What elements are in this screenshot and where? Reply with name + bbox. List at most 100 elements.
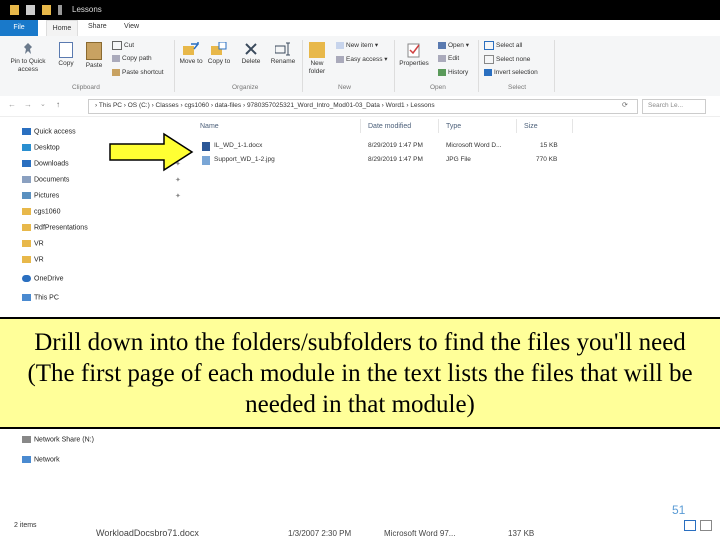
copy-path-icon	[112, 55, 120, 62]
nav-this-pc[interactable]: This PC	[22, 294, 59, 301]
nav-cgs1060[interactable]: cgs1060	[22, 208, 60, 215]
cloud-icon	[22, 275, 31, 282]
refresh-icon[interactable]: ⟳	[622, 101, 628, 109]
file-size: 15 KB	[540, 142, 558, 149]
nav-network-share[interactable]: Network Share (N:)	[22, 436, 94, 443]
tab-view[interactable]: View	[124, 23, 139, 30]
properties-check-icon	[407, 42, 421, 58]
breadcrumb[interactable]: › This PC › OS (C:) › Classes › cgs1060 …	[88, 99, 638, 114]
file-type: JPG File	[446, 156, 471, 163]
pin-icon[interactable]: ✦	[175, 192, 181, 200]
nav-onedrive[interactable]: OneDrive	[22, 275, 64, 282]
background-file-size: 137 KB	[508, 529, 535, 538]
file-row[interactable]: Support_WD_1-2.jpg 8/29/2019 1:47 PM JPG…	[192, 155, 592, 167]
file-size: 770 KB	[536, 156, 558, 163]
forward-arrow-icon[interactable]: →	[24, 100, 32, 109]
paste-shortcut-button[interactable]: Paste shortcut	[112, 69, 164, 76]
file-date: 8/29/2019 1:47 PM	[368, 142, 423, 149]
tab-home[interactable]: Home	[46, 20, 78, 37]
paste-shortcut-icon	[112, 69, 120, 76]
nav-rdf-presentations[interactable]: RdfPresentations	[22, 224, 88, 231]
ribbon: Pin to Quick access Copy Paste Cut Copy …	[0, 36, 720, 97]
open-icon	[438, 41, 446, 49]
new-item-button[interactable]: New item ▾	[336, 41, 378, 49]
breadcrumb-path: › This PC › OS (C:) › Classes › cgs1060 …	[95, 102, 435, 109]
file-date: 8/29/2019 1:47 PM	[368, 156, 423, 163]
search-placeholder: Search Le...	[648, 102, 684, 109]
edit-button[interactable]: Edit	[438, 55, 459, 62]
tab-share[interactable]: Share	[88, 23, 107, 30]
caption-text: Drill down into the folders/subfolders t…	[27, 328, 693, 418]
column-divider[interactable]	[438, 119, 439, 133]
tab-file[interactable]: File	[0, 20, 38, 36]
nav-vr-2[interactable]: VR	[22, 256, 44, 263]
ribbon-divider	[478, 40, 479, 92]
nav-pictures[interactable]: Pictures	[22, 192, 59, 199]
paste-button[interactable]: Paste	[82, 42, 106, 70]
ribbon-divider	[394, 40, 395, 92]
properties-icon[interactable]	[26, 5, 35, 15]
pin-icon[interactable]: ✦	[175, 176, 181, 184]
properties-button[interactable]: Properties	[398, 42, 430, 68]
open-button[interactable]: Open ▾	[438, 41, 469, 49]
select-all-button[interactable]: Select all	[484, 41, 522, 50]
rename-icon	[274, 42, 291, 56]
column-name[interactable]: Name	[200, 123, 219, 130]
rename-button[interactable]: Rename	[268, 42, 298, 66]
group-select-label: Select	[508, 84, 527, 91]
file-row[interactable]: IL_WD_1-1.docx 8/29/2019 1:47 PM Microso…	[192, 141, 592, 153]
pin-icon	[22, 42, 34, 56]
column-size[interactable]: Size	[524, 123, 538, 130]
title-bar: Lessons	[0, 0, 720, 20]
recent-locations-icon[interactable]: ⌄	[40, 100, 46, 108]
copy-to-button[interactable]: Copy to	[206, 41, 232, 66]
history-button[interactable]: History	[438, 69, 468, 76]
nav-documents[interactable]: Documents	[22, 176, 69, 183]
network-icon	[22, 456, 31, 463]
nav-desktop[interactable]: Desktop	[22, 144, 60, 151]
history-icon	[438, 69, 446, 76]
nav-quick-access[interactable]: Quick access	[22, 128, 76, 135]
folder-icon	[22, 256, 31, 263]
nav-downloads[interactable]: Downloads	[22, 160, 69, 167]
easy-access-button[interactable]: Easy access ▾	[336, 55, 388, 63]
customize-icon[interactable]	[58, 5, 62, 15]
nav-vr-1[interactable]: VR	[22, 240, 44, 247]
copy-button[interactable]: Copy	[54, 42, 78, 68]
desktop-icon	[22, 144, 31, 151]
large-icons-view-icon[interactable]	[700, 520, 712, 531]
folder-icon	[10, 5, 19, 15]
up-arrow-icon[interactable]: ↑	[56, 100, 60, 109]
new-item-icon	[336, 41, 344, 49]
group-organize-label: Organize	[232, 84, 259, 91]
column-headers: Name Date modified Type Size	[192, 117, 720, 135]
details-view-icon[interactable]	[684, 520, 696, 531]
new-folder-icon[interactable]	[42, 5, 51, 15]
ribbon-divider	[554, 40, 555, 92]
column-divider[interactable]	[516, 119, 517, 133]
paste-icon	[86, 42, 102, 60]
new-folder-icon	[309, 42, 325, 58]
column-divider[interactable]	[360, 119, 361, 133]
group-new-label: New	[338, 84, 352, 91]
copy-to-icon	[211, 41, 227, 56]
invert-selection-button[interactable]: Invert selection	[484, 69, 538, 76]
pin-quick-access-button[interactable]: Pin to Quick access	[6, 42, 50, 74]
column-type[interactable]: Type	[446, 123, 461, 130]
back-arrow-icon[interactable]: ←	[8, 100, 16, 109]
search-input[interactable]: Search Le...	[642, 99, 706, 114]
delete-button[interactable]: Delete	[238, 42, 264, 66]
column-date-modified[interactable]: Date modified	[368, 123, 411, 130]
new-folder-button[interactable]: New folder	[304, 42, 330, 76]
folder-icon	[22, 208, 31, 215]
cut-button[interactable]: Cut	[112, 41, 134, 50]
select-none-button[interactable]: Select none	[484, 55, 530, 64]
copy-path-button[interactable]: Copy path	[112, 55, 152, 62]
delete-x-icon	[244, 42, 258, 56]
slide-number: 51	[672, 503, 686, 517]
star-icon	[22, 128, 31, 135]
move-to-button[interactable]: Move to	[178, 42, 204, 66]
column-divider[interactable]	[572, 119, 573, 133]
image-file-icon	[202, 156, 210, 165]
nav-network[interactable]: Network	[22, 456, 60, 463]
